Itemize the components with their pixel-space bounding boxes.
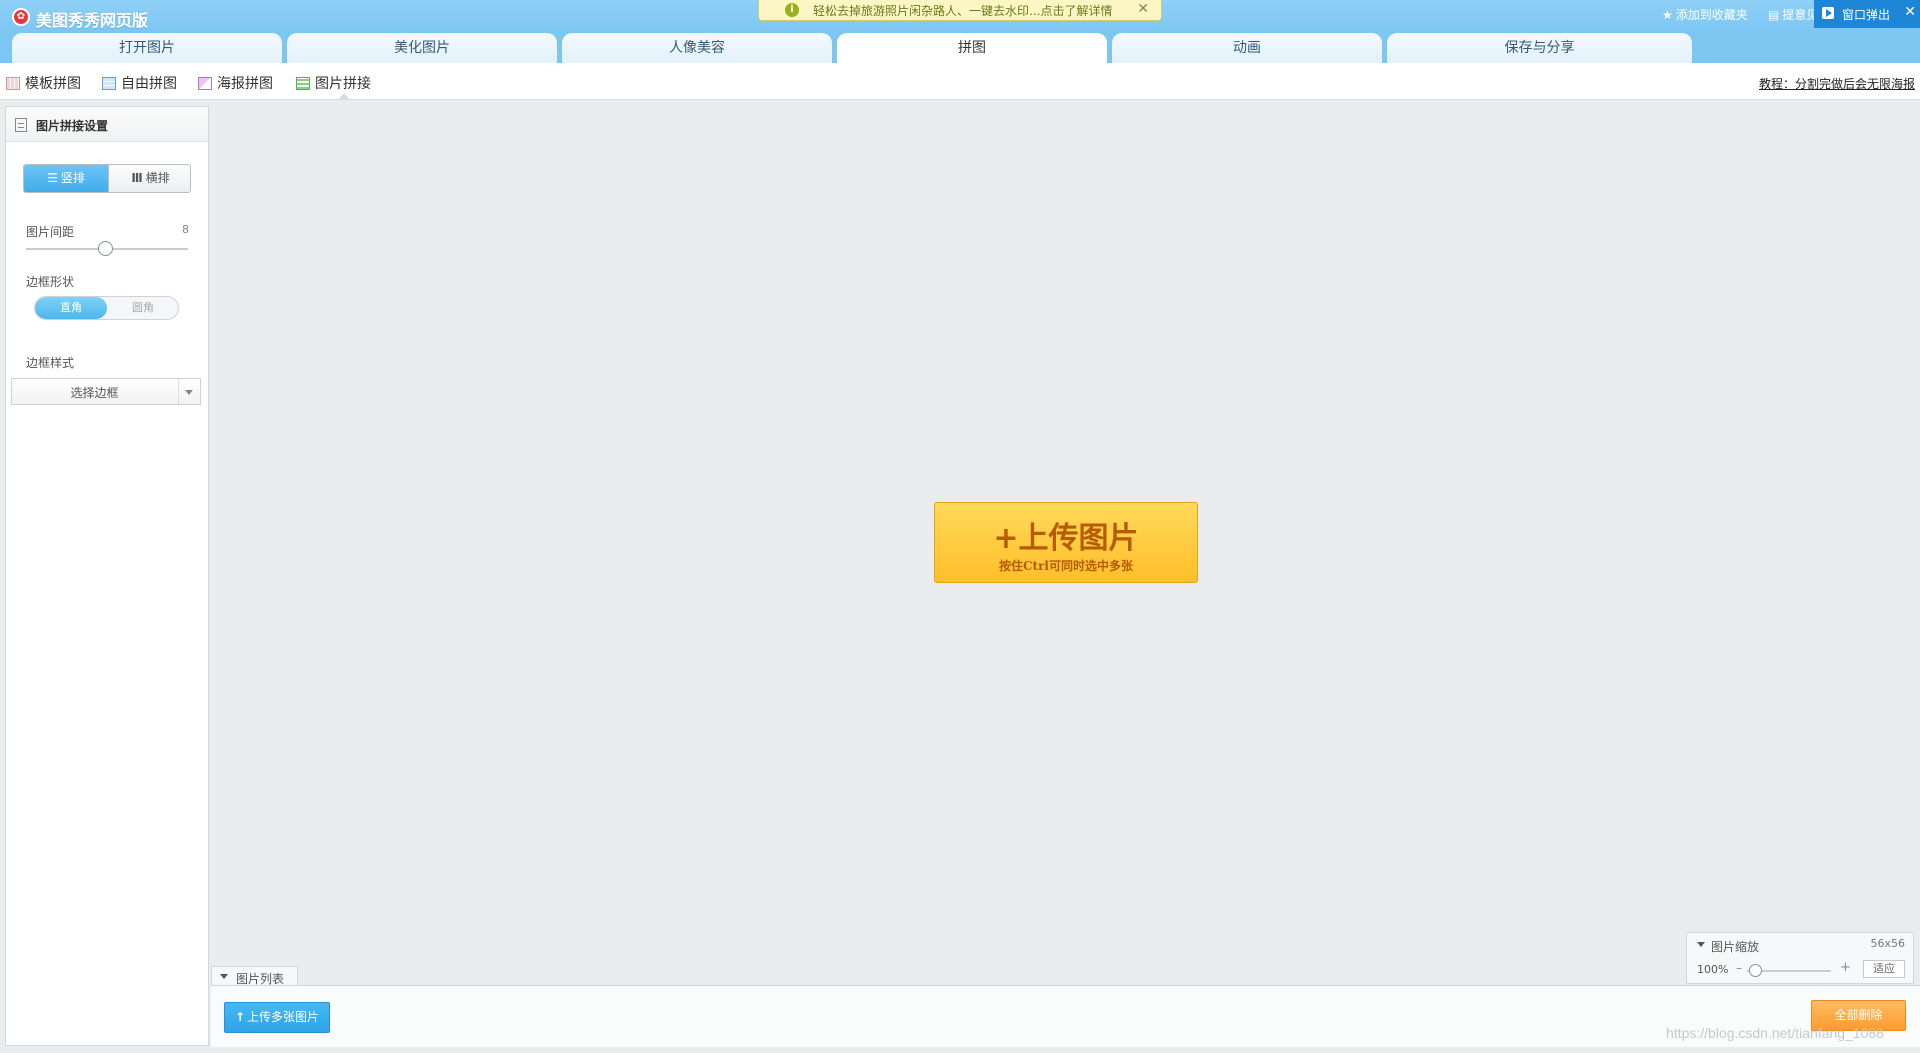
close-window-icon[interactable]: ✕ — [1904, 4, 1916, 20]
border-style-select[interactable]: 选择边框 — [11, 378, 201, 405]
chevron-down-icon[interactable] — [178, 379, 200, 404]
info-icon: i — [785, 3, 799, 17]
free-collage-icon — [102, 77, 116, 90]
border-select-label: 选择边框 — [70, 386, 119, 400]
template-collage-icon — [6, 77, 20, 90]
panel-header: 图片拼接设置 — [6, 107, 208, 142]
star-icon: ★ — [1662, 8, 1673, 22]
square-corner-option[interactable]: 直角 — [35, 297, 107, 319]
upload-multiple-button[interactable]: ↑ 上传多张图片 — [224, 1002, 330, 1033]
zoom-slider-thumb[interactable] — [1749, 964, 1762, 977]
notice-text[interactable]: 轻松去掉旅游照片闲杂路人、一键去水印...点击了解详情 — [813, 2, 1112, 19]
zoom-in-button[interactable]: + — [1840, 960, 1851, 975]
arrow-up-icon: ↑ — [234, 1010, 246, 1024]
main-tab-bar: 打开图片 美化图片 人像美容 拼图 动画 保存与分享 — [0, 33, 1920, 63]
upload-image-button[interactable]: +上传图片 按住Ctrl可同时选中多张 — [934, 502, 1198, 583]
image-list-strip: ↑ 上传多张图片 全部删除 — [211, 985, 1920, 1047]
add-favorite-label: 添加到收藏夹 — [1675, 8, 1748, 22]
watermark-text: https://blog.csdn.net/tianfang_1088 — [1666, 1025, 1884, 1041]
zoom-fit-button[interactable]: 适应 — [1863, 960, 1905, 978]
border-shape-toggle: 直角 圆角 — [34, 296, 179, 320]
play-icon — [1822, 7, 1834, 19]
vertical-label: 竖排 — [60, 171, 85, 185]
feedback-label: 提意见 — [1782, 8, 1819, 22]
zoom-title: 图片缩放 — [1711, 940, 1760, 954]
image-list-tab[interactable]: 图片列表 — [211, 966, 298, 986]
tab-animation[interactable]: 动画 — [1112, 33, 1382, 63]
upload-multiple-label: 上传多张图片 — [247, 1010, 320, 1024]
border-style-label: 边框样式 — [26, 356, 75, 370]
spacing-label: 图片间距 — [26, 225, 75, 239]
comment-icon: ▤ — [1768, 8, 1780, 22]
stitch-settings-panel: 图片拼接设置 ☰ 竖排 Ⅲ 横排 图片间距 8 边框形状 直角 圆角 边框样式 选择… — [5, 106, 209, 1046]
columns-icon: Ⅲ — [131, 171, 143, 185]
subtab-label: 图片拼接 — [315, 76, 371, 92]
rows-icon: ☰ — [47, 171, 58, 185]
close-icon[interactable]: ✕ — [1137, 1, 1149, 17]
app-title: 美图秀秀网页版 — [36, 11, 149, 30]
zoom-size: 56x56 — [1870, 937, 1905, 950]
horizontal-label: 横排 — [145, 171, 170, 185]
poster-collage-icon — [198, 77, 212, 90]
popup-window-label: 窗口弹出 — [1842, 8, 1891, 22]
border-shape-label: 边框形状 — [26, 275, 75, 289]
collapse-triangle-icon[interactable] — [1697, 942, 1705, 947]
subtab-label: 模板拼图 — [25, 76, 81, 92]
vertical-layout-button[interactable]: ☰ 竖排 — [24, 165, 108, 192]
add-favorite-link[interactable]: ★ 添加到收藏夹 — [1662, 6, 1748, 23]
tab-save-share[interactable]: 保存与分享 — [1387, 33, 1692, 63]
tab-portrait[interactable]: 人像美容 — [562, 33, 832, 63]
subtab-template-collage[interactable]: 模板拼图 — [6, 73, 81, 93]
tutorial-link[interactable]: 教程：分割完做后会无限海报 — [1759, 75, 1915, 92]
spacing-slider-thumb[interactable] — [98, 241, 113, 256]
popup-window-button[interactable]: 窗口弹出 ✕ — [1814, 0, 1920, 28]
subtab-free-collage[interactable]: 自由拼图 — [102, 73, 177, 93]
tab-beautify[interactable]: 美化图片 — [287, 33, 557, 63]
subtab-image-stitch[interactable]: 图片拼接 — [296, 73, 371, 93]
image-zoom-panel: 图片缩放 56x56 100% – + 适应 — [1686, 932, 1914, 984]
settings-doc-icon — [15, 118, 27, 132]
feedback-link[interactable]: ▤ 提意见 — [1768, 6, 1818, 23]
zoom-percent: 100% — [1697, 963, 1729, 976]
upload-image-label: +上传图片 — [993, 521, 1139, 556]
tab-collage[interactable]: 拼图 — [837, 33, 1107, 63]
collapse-triangle-icon — [220, 974, 228, 979]
panel-title: 图片拼接设置 — [36, 119, 109, 133]
title-bar: ✿ 美图秀秀网页版 i 轻松去掉旅游照片闲杂路人、一键去水印...点击了解详情 … — [0, 0, 1920, 33]
image-stitch-icon — [296, 77, 310, 90]
layout-toggle: ☰ 竖排 Ⅲ 横排 — [23, 164, 191, 193]
subtab-label: 海报拼图 — [217, 76, 273, 92]
promo-notice[interactable]: i 轻松去掉旅游照片闲杂路人、一键去水印...点击了解详情 ✕ — [758, 0, 1162, 21]
collage-subtoolbar: 模板拼图 自由拼图 海报拼图 图片拼接 教程：分割完做后会无限海报 — [0, 63, 1920, 100]
round-corner-option[interactable]: 圆角 — [107, 297, 178, 319]
spacing-value: 8 — [182, 223, 189, 236]
tab-open-image[interactable]: 打开图片 — [12, 33, 282, 63]
active-subtab-pointer — [338, 93, 350, 100]
subtab-label: 自由拼图 — [121, 76, 177, 92]
subtab-poster-collage[interactable]: 海报拼图 — [198, 73, 273, 93]
zoom-out-button[interactable]: – — [1736, 961, 1742, 975]
horizontal-layout-button[interactable]: Ⅲ 横排 — [108, 165, 190, 192]
meitu-logo-icon: ✿ — [12, 8, 30, 26]
upload-hint: 按住Ctrl可同时选中多张 — [999, 559, 1133, 573]
